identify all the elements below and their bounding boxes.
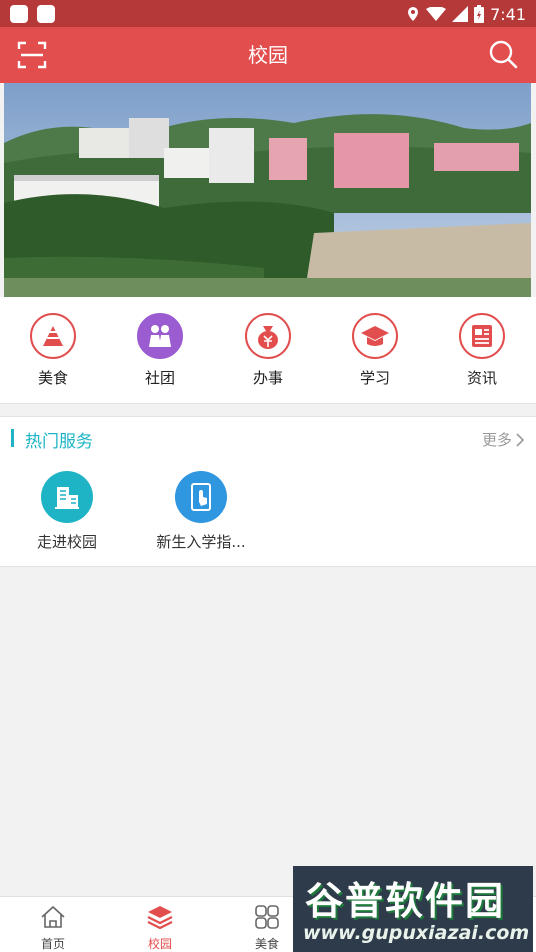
service-label: 走进校园 xyxy=(36,533,97,551)
home-icon xyxy=(41,905,65,928)
app-bar: 校园 xyxy=(0,27,536,83)
tab-label: 首页 xyxy=(40,937,65,951)
quick-item-label: 办事 xyxy=(252,369,283,387)
money-bag-icon xyxy=(245,313,291,359)
quick-item-club[interactable]: 社团 xyxy=(120,313,200,388)
layers-icon xyxy=(147,906,173,930)
more-link[interactable]: 更多 xyxy=(482,429,524,450)
tab-label: 校园 xyxy=(147,937,172,951)
section-accent-bar xyxy=(11,429,14,447)
more-label: 更多 xyxy=(481,431,512,449)
tablet-icon xyxy=(175,471,227,523)
chevron-right-icon xyxy=(516,432,524,447)
service-freshman-guide[interactable]: 新生入学指... xyxy=(146,471,256,552)
quick-item-label: 社团 xyxy=(144,369,175,387)
quick-menu: 美食 社团 办事 学习 资讯 xyxy=(0,297,536,404)
quick-item-label: 美食 xyxy=(37,369,68,387)
signal-icon xyxy=(452,6,469,22)
watermark-url: www.gupuxiazai.com xyxy=(303,922,530,944)
notification-icon xyxy=(37,5,55,23)
quick-item-food[interactable]: 美食 xyxy=(13,313,93,388)
food-icon xyxy=(30,313,76,359)
campus-photo xyxy=(4,83,531,297)
wifi-icon xyxy=(426,7,447,21)
club-icon xyxy=(137,313,183,359)
tab-campus[interactable]: 校园 xyxy=(120,905,200,952)
grid-icon xyxy=(255,905,279,929)
quick-item-affairs[interactable]: 办事 xyxy=(228,313,308,388)
clock: 7:41 xyxy=(490,4,526,24)
quick-item-label: 资讯 xyxy=(466,369,497,387)
news-icon xyxy=(459,313,505,359)
campus-banner-image[interactable] xyxy=(4,83,531,297)
battery-icon xyxy=(474,5,485,23)
tab-home[interactable]: 首页 xyxy=(13,905,93,952)
search-icon[interactable] xyxy=(488,39,518,69)
hot-services-section: 热门服务 更多 走进校园 新生入学指... xyxy=(0,416,536,567)
service-label: 新生入学指... xyxy=(156,533,246,551)
building-icon xyxy=(41,471,93,523)
quick-item-label: 学习 xyxy=(359,369,390,387)
watermark-logo: 谷普软件园 www.gupuxiazai.com xyxy=(293,866,533,952)
quick-item-news[interactable]: 资讯 xyxy=(442,313,522,388)
quick-item-study[interactable]: 学习 xyxy=(335,313,415,388)
page-title: 校园 xyxy=(248,43,288,67)
notification-icon xyxy=(10,5,28,23)
watermark-title: 谷普软件园 xyxy=(305,879,506,923)
section-title: 热门服务 xyxy=(25,432,93,452)
status-bar: 7:41 xyxy=(0,0,536,27)
service-campus-tour[interactable]: 走进校园 xyxy=(12,471,122,552)
location-icon xyxy=(408,7,419,21)
graduation-cap-icon xyxy=(352,313,398,359)
